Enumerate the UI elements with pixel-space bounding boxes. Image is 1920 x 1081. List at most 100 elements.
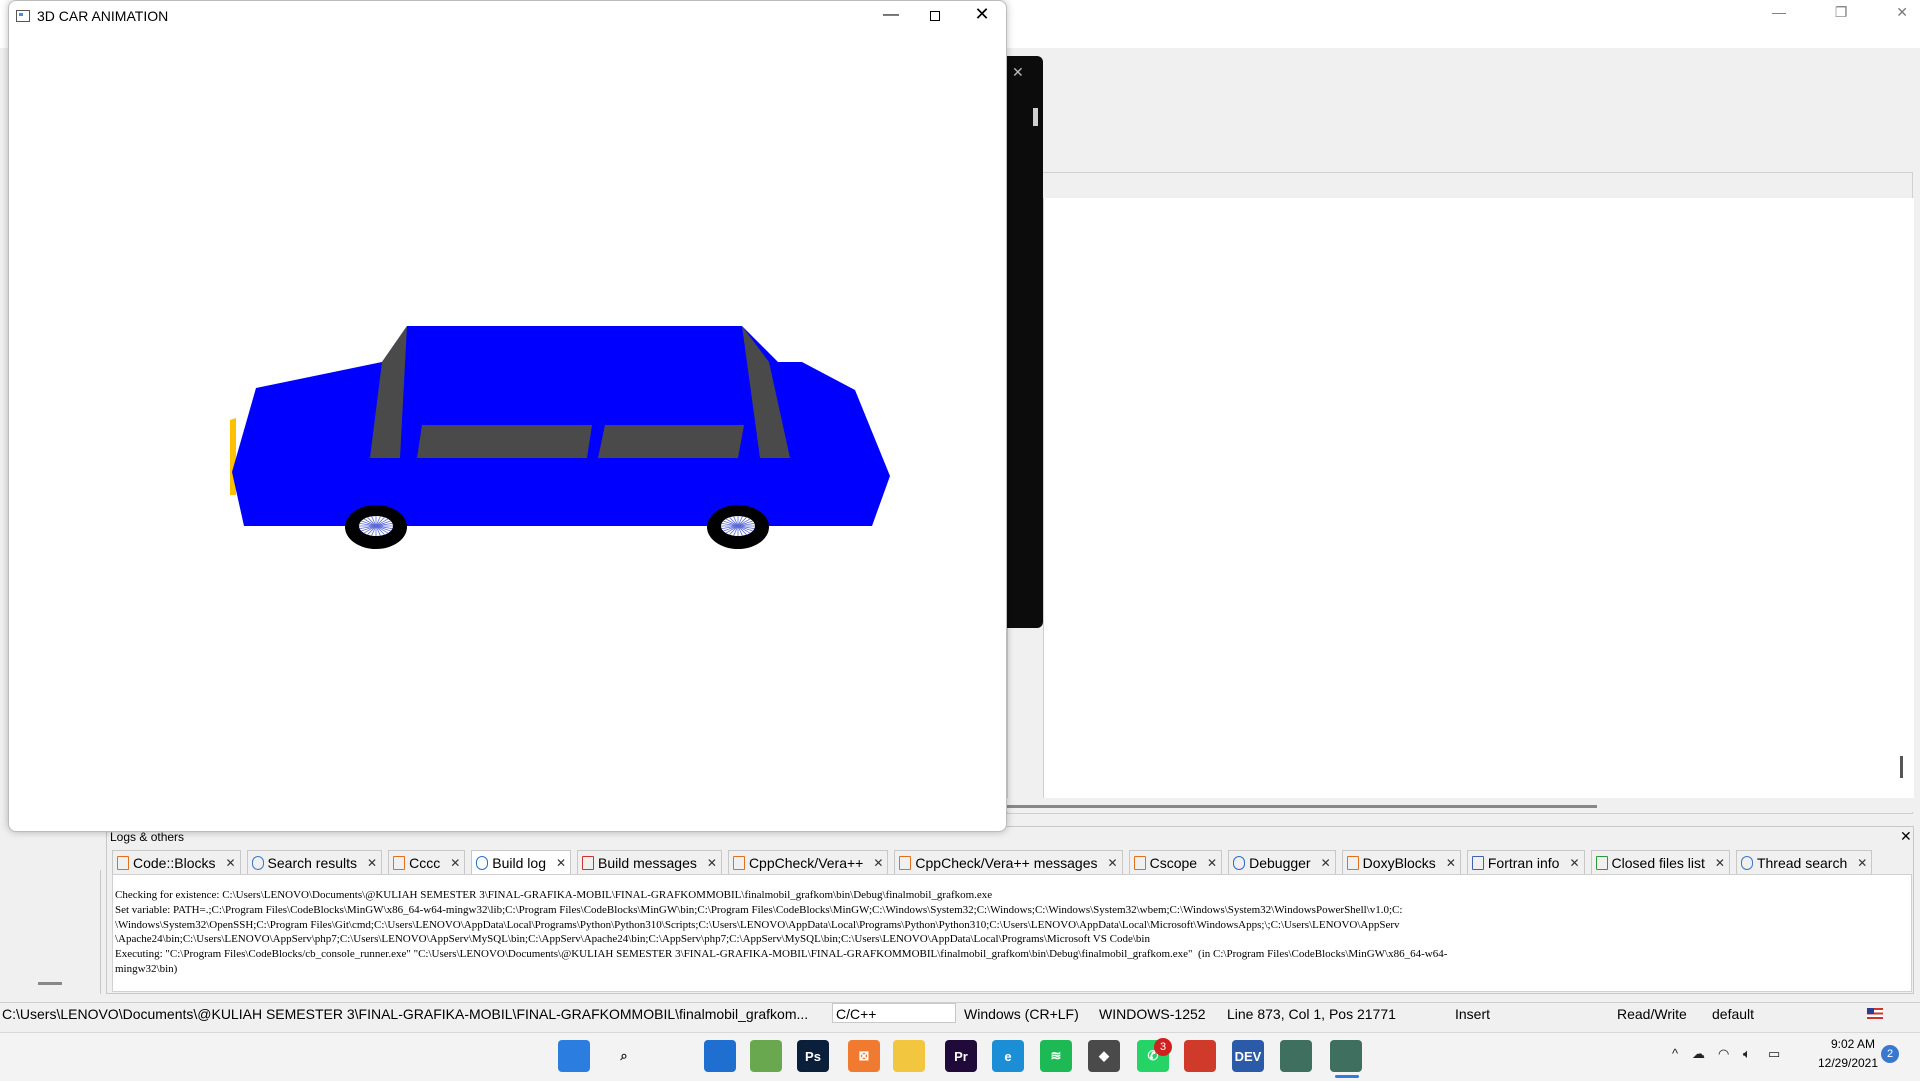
tab-close-icon[interactable]: ✕ [1321, 856, 1331, 870]
battery-icon[interactable]: ▭ [1768, 1046, 1780, 1062]
clock-time[interactable]: 9:02 AM [1818, 1037, 1888, 1051]
log-line: mingw32\bin) [115, 962, 178, 975]
active-app-indicator [1335, 1075, 1359, 1078]
tab-search-results[interactable]: Search results ✕ [246, 850, 383, 875]
tab-cppcheck-vera[interactable]: CppCheck/Vera++ ✕ [727, 850, 889, 875]
wifi-icon[interactable]: ◠ [1718, 1046, 1729, 1062]
tab-build-log[interactable]: Build log ✕ [471, 850, 572, 875]
tab-close-icon[interactable]: ✕ [873, 856, 883, 870]
editor-horizontal-scrollbar[interactable] [1007, 805, 1597, 808]
search-icon[interactable]: ⌕ [608, 1040, 640, 1072]
devcpp-icon[interactable]: DEV [1232, 1040, 1264, 1072]
tab-label: Closed files list [1611, 855, 1705, 871]
status-line-endings: Windows (CR+LF) [964, 1006, 1079, 1022]
tab-debugger[interactable]: Debugger ✕ [1228, 850, 1336, 875]
tab-label: Cscope [1149, 855, 1198, 871]
status-mode: Insert [1455, 1006, 1491, 1022]
log-line: Checking for existence: C:\Users\LENOVO\… [115, 889, 993, 901]
onedrive-icon[interactable]: ☁ [1692, 1046, 1705, 1062]
left-dock-panel [0, 870, 101, 994]
logs-panel-title: Logs & others [110, 830, 185, 844]
app-window-icon[interactable] [1280, 1040, 1312, 1072]
task-view-icon[interactable] [656, 1040, 688, 1072]
car-window-title: 3D CAR ANIMATION [37, 8, 169, 24]
gear-icon [1233, 856, 1246, 870]
tab-close-icon[interactable]: ✕ [707, 856, 717, 870]
tray-chevron-icon[interactable]: ^ [1672, 1046, 1678, 1061]
photoshop-icon[interactable]: Ps [797, 1040, 829, 1072]
file-explorer-icon[interactable] [893, 1040, 925, 1072]
close-button[interactable]: ✕ [967, 4, 997, 26]
git-icon[interactable]: ◆ [1088, 1040, 1120, 1072]
premiere-icon[interactable]: Pr [945, 1040, 977, 1072]
ide-minimize-button[interactable]: — [1772, 4, 1786, 20]
status-file-path: C:\Users\LENOVO\Documents\@KULIAH SEMEST… [2, 1006, 809, 1022]
spotify-icon[interactable]: ≋ [1040, 1040, 1072, 1072]
pin-icon [582, 856, 595, 870]
tab-close-icon[interactable]: ✕ [367, 856, 377, 870]
document-icon [393, 856, 406, 870]
xampp-icon[interactable]: ⊠ [848, 1040, 880, 1072]
document-icon [117, 856, 129, 870]
tab-close-icon[interactable]: ✕ [1857, 856, 1867, 870]
volume-icon[interactable]: 🔈︎ [1743, 1046, 1751, 1062]
tab-cppcheck-vera-messages[interactable]: CppCheck/Vera++ messages ✕ [894, 850, 1123, 875]
ide-close-button[interactable]: ✕ [1896, 4, 1908, 21]
document-icon [1346, 856, 1359, 870]
status-position: Line 873, Col 1, Pos 21771 [1227, 1006, 1396, 1022]
tab-fortran-info[interactable]: Fortran info ✕ [1466, 850, 1585, 875]
status-flag-icon [1867, 1008, 1883, 1019]
tab-code-blocks[interactable]: Code::Blocks ✕ [112, 850, 241, 875]
car-render [230, 326, 890, 549]
tab-label: Build log [492, 855, 546, 871]
windows-start-icon[interactable] [558, 1040, 590, 1072]
build-log-output[interactable]: Checking for existence: C:\Users\LENOVO\… [112, 874, 1912, 992]
clock-date[interactable]: 12/29/2021 [1808, 1056, 1888, 1070]
tab-close-icon[interactable]: ✕ [225, 856, 235, 870]
document-icon [732, 856, 745, 870]
car-window-front [417, 425, 592, 458]
tab-build-messages[interactable]: Build messages ✕ [577, 850, 722, 875]
tab-thread-search[interactable]: Thread search ✕ [1735, 850, 1873, 875]
tab-label: Cccc [409, 855, 441, 871]
tab-label: Thread search [1756, 855, 1848, 871]
widgets-icon[interactable] [704, 1040, 736, 1072]
tab-label: Fortran info [1487, 855, 1560, 871]
console-close-button[interactable]: ✕ [1012, 64, 1024, 81]
tab-close-icon[interactable]: ✕ [1207, 856, 1217, 870]
dock-resize-grip[interactable] [38, 982, 62, 985]
tab-label: CppCheck/Vera++ [748, 855, 864, 871]
tab-doxyblocks[interactable]: DoxyBlocks ✕ [1341, 850, 1461, 875]
console-scrollbar[interactable] [1033, 108, 1038, 126]
tab-close-icon[interactable]: ✕ [1715, 856, 1725, 870]
app-window-icon [16, 10, 30, 22]
tab-close-icon[interactable]: ✕ [1446, 856, 1456, 870]
logs-close-button[interactable]: ✕ [1900, 828, 1912, 845]
tab-cccc[interactable]: Cccc ✕ [388, 850, 466, 875]
tab-label: CppCheck/Vera++ messages [915, 855, 1098, 871]
tab-closed-files-list[interactable]: Closed files list ✕ [1590, 850, 1730, 875]
log-line: \Windows\System32\OpenSSH;C:\Program Fil… [115, 918, 1400, 931]
tab-label: Code::Blocks [133, 855, 216, 871]
codeblocks-icon[interactable] [1184, 1040, 1216, 1072]
car-roof [382, 326, 778, 362]
editor-vertical-scrollbar[interactable] [1900, 756, 1903, 778]
tab-cscope[interactable]: Cscope ✕ [1128, 850, 1223, 875]
log-line: Executing: "C:\Program Files\CodeBlocks/… [115, 948, 1448, 961]
minimize-button[interactable]: — [876, 6, 906, 28]
notepadpp-icon[interactable] [750, 1040, 782, 1072]
notification-center-badge[interactable]: 2 [1881, 1045, 1899, 1063]
tab-close-icon[interactable]: ✕ [556, 856, 566, 870]
status-encoding: WINDOWS-1252 [1099, 1006, 1206, 1022]
car-animation-icon[interactable] [1330, 1040, 1362, 1072]
ide-restore-button[interactable]: ❐ [1835, 4, 1848, 21]
tab-close-icon[interactable]: ✕ [1108, 856, 1118, 870]
code-editor[interactable] [1043, 198, 1914, 798]
edge-icon[interactable]: e [992, 1040, 1024, 1072]
fortran-icon [1471, 856, 1484, 870]
search-icon [1740, 856, 1753, 870]
tab-close-icon[interactable]: ✕ [450, 856, 460, 870]
log-line: \Apache24\bin;C:\Users\LENOVO\AppServ\ph… [115, 933, 1150, 946]
tab-close-icon[interactable]: ✕ [1569, 856, 1579, 870]
maximize-button[interactable] [920, 6, 950, 28]
